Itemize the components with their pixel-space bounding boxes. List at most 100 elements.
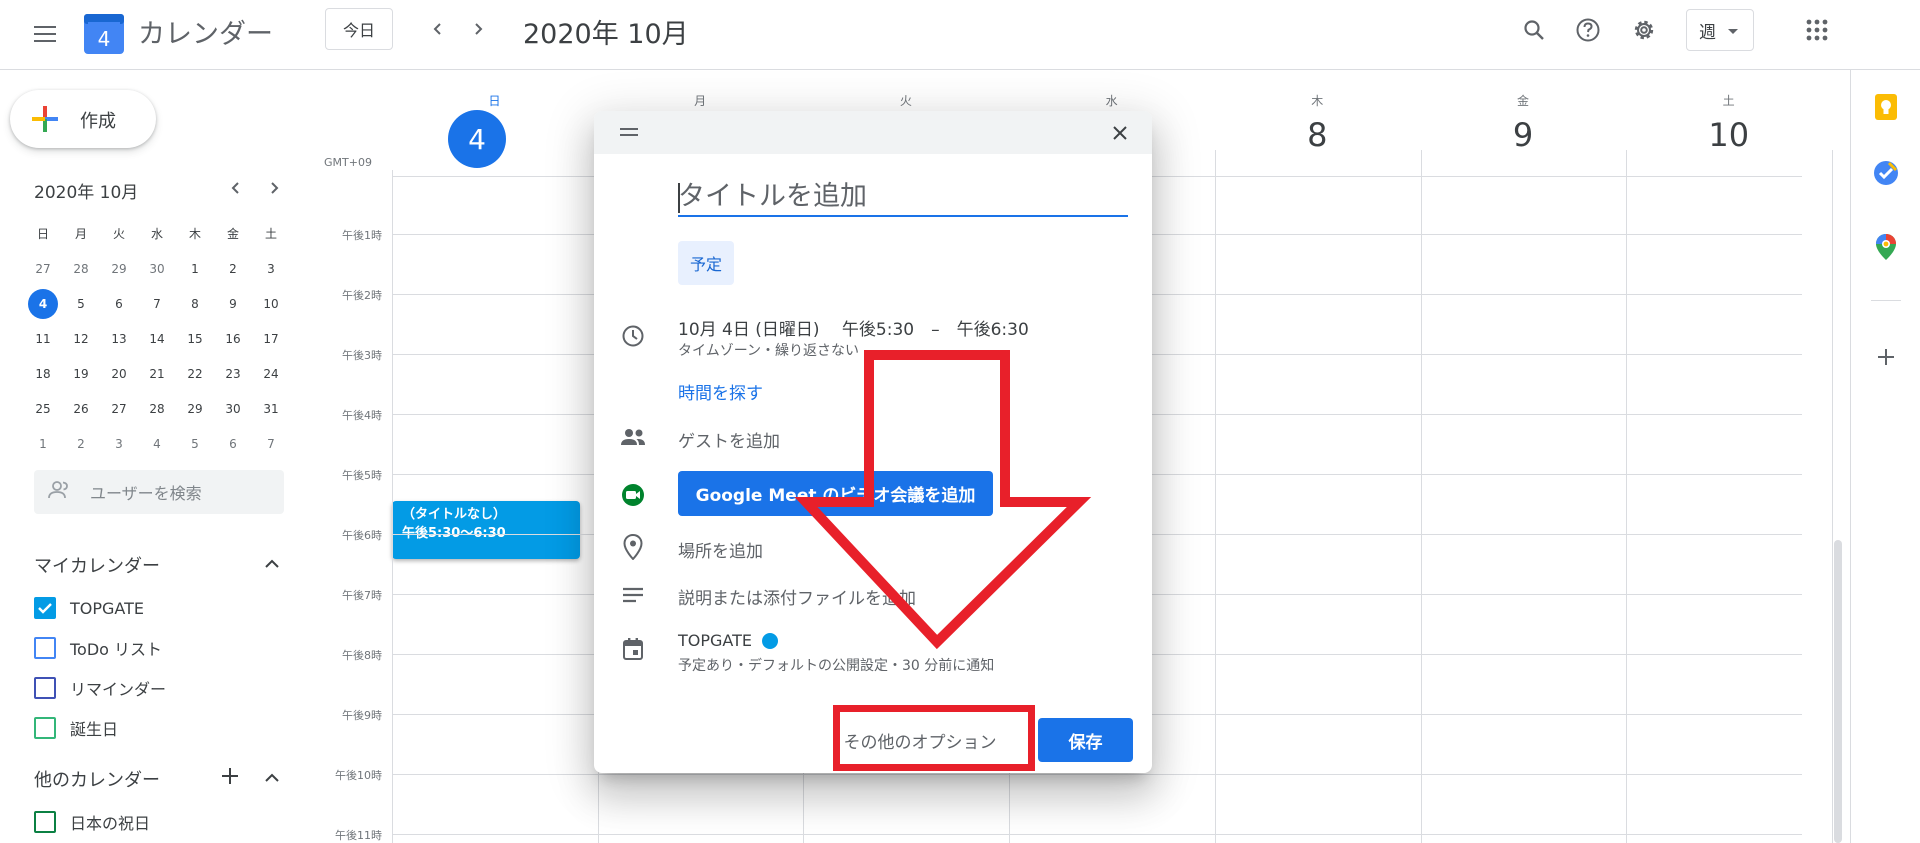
mini-day-cell[interactable]: 23 <box>214 356 252 391</box>
mini-day-cell[interactable]: 28 <box>62 251 100 286</box>
mini-day-cell[interactable]: 6 <box>214 426 252 461</box>
calendar-checkbox[interactable] <box>34 811 56 833</box>
calendar-list-item[interactable]: リマインダー <box>34 673 166 703</box>
mini-day-cell[interactable]: 9 <box>214 286 252 321</box>
collapse-chevron-up-icon[interactable] <box>260 552 284 576</box>
event-type-tab[interactable]: 予定 <box>678 241 734 285</box>
add-calendar-plus-icon[interactable] <box>218 764 242 788</box>
mini-day-cell[interactable]: 11 <box>24 321 62 356</box>
main-menu-icon[interactable] <box>28 17 62 51</box>
google-apps-grid-icon[interactable] <box>1800 13 1834 47</box>
search-icon[interactable] <box>1517 13 1551 47</box>
mini-day-cell[interactable]: 27 <box>100 391 138 426</box>
calendar-checkbox[interactable] <box>34 637 56 659</box>
mini-day-cell[interactable]: 29 <box>100 251 138 286</box>
draft-event-chip[interactable]: （タイトルなし） 午後5:30〜6:30 <box>392 501 580 559</box>
mini-day-cell[interactable]: 8 <box>176 286 214 321</box>
mini-day-cell[interactable]: 12 <box>62 321 100 356</box>
day-number[interactable]: 9 <box>1421 116 1626 154</box>
mini-day-cell[interactable]: 1 <box>176 251 214 286</box>
day-number[interactable]: 8 <box>1215 116 1420 154</box>
mini-day-cell[interactable]: 1 <box>24 426 62 461</box>
add-google-meet-button[interactable]: Google Meet のビデオ会議を追加 <box>678 471 993 516</box>
calendar-logo-icon[interactable]: 4 <box>84 10 124 54</box>
mini-day-cell[interactable]: 15 <box>176 321 214 356</box>
add-guests-field[interactable]: ゲストを追加 <box>678 427 780 452</box>
help-icon[interactable] <box>1571 13 1605 47</box>
today-date-circle[interactable]: 4 <box>448 110 506 168</box>
mini-day-cell[interactable]: 5 <box>176 426 214 461</box>
day-column-header[interactable]: 土 10 <box>1626 70 1831 178</box>
create-button[interactable]: 作成 <box>10 90 156 148</box>
next-week-icon[interactable] <box>463 14 493 44</box>
collapse-chevron-up-icon[interactable] <box>260 766 284 790</box>
mini-day-cell[interactable]: 4 <box>138 426 176 461</box>
mini-day-cell[interactable]: 3 <box>252 251 290 286</box>
get-addons-plus-icon[interactable] <box>1873 344 1899 370</box>
day-column-header[interactable]: 木8 <box>1215 70 1420 178</box>
find-time-link[interactable]: 時間を探す <box>678 379 763 404</box>
view-selector[interactable]: 週 <box>1686 9 1754 51</box>
mini-day-cell[interactable]: 30 <box>138 251 176 286</box>
settings-gear-icon[interactable] <box>1627 13 1661 47</box>
mini-day-cell[interactable]: 5 <box>62 286 100 321</box>
tasks-check-icon[interactable] <box>1873 160 1899 186</box>
previous-week-icon[interactable] <box>423 14 453 44</box>
user-search-field[interactable]: ユーザーを検索 <box>34 470 284 514</box>
drag-handle-icon[interactable] <box>620 128 638 136</box>
today-button[interactable]: 今日 <box>325 8 393 50</box>
my-calendars-title[interactable]: マイカレンダー <box>34 552 160 578</box>
day-column-header[interactable]: 日4 <box>392 70 597 178</box>
mini-day-cell[interactable]: 2 <box>214 251 252 286</box>
mini-day-cell[interactable]: 14 <box>138 321 176 356</box>
mini-day-cell[interactable]: 7 <box>138 286 176 321</box>
grid-scrollbar[interactable] <box>1834 540 1842 843</box>
mini-day-cell[interactable]: 17 <box>252 321 290 356</box>
maps-pin-icon[interactable] <box>1873 234 1899 260</box>
calendar-checkbox[interactable] <box>34 677 56 699</box>
mini-day-cell[interactable]: 30 <box>214 391 252 426</box>
mini-day-cell[interactable]: 3 <box>100 426 138 461</box>
keep-lightbulb-icon[interactable] <box>1873 94 1899 120</box>
mini-day-cell[interactable]: 2 <box>62 426 100 461</box>
save-button[interactable]: 保存 <box>1038 718 1133 762</box>
add-description-field[interactable]: 説明または添付ファイルを追加 <box>678 584 916 609</box>
event-title-input[interactable] <box>678 177 1128 217</box>
day-number[interactable]: 10 <box>1626 116 1831 154</box>
mini-day-cell[interactable]: 31 <box>252 391 290 426</box>
calendar-list-item[interactable]: ToDo リスト <box>34 633 162 663</box>
calendar-list-item[interactable]: TOPGATE <box>34 593 144 623</box>
mini-day-cell[interactable]: 29 <box>176 391 214 426</box>
day-column-header[interactable]: 金9 <box>1421 70 1626 178</box>
mini-day-cell[interactable]: 28 <box>138 391 176 426</box>
mini-day-cell[interactable]: 10 <box>252 286 290 321</box>
mini-day-cell[interactable]: 20 <box>100 356 138 391</box>
day-column-divider <box>1626 150 1628 843</box>
mini-day-cell[interactable]: 6 <box>100 286 138 321</box>
calendar-checkbox[interactable] <box>34 717 56 739</box>
mini-next-month-icon[interactable] <box>262 176 286 200</box>
mini-day-cell[interactable]: 22 <box>176 356 214 391</box>
mini-previous-month-icon[interactable] <box>224 176 248 200</box>
mini-day-cell[interactable]: 26 <box>62 391 100 426</box>
mini-day-cell[interactable]: 7 <box>252 426 290 461</box>
dialog-drag-bar[interactable] <box>594 111 1152 154</box>
mini-day-cell[interactable]: 18 <box>24 356 62 391</box>
mini-day-cell[interactable]: 24 <box>252 356 290 391</box>
selected-calendar[interactable]: TOPGATE <box>678 631 778 650</box>
calendar-list-item[interactable]: 誕生日 <box>34 713 118 743</box>
event-datetime[interactable]: 10月 4日 (日曜日) 午後5:30 – 午後6:30 <box>678 315 1029 340</box>
mini-day-cell[interactable]: 16 <box>214 321 252 356</box>
other-calendars-title[interactable]: 他のカレンダー <box>34 766 160 792</box>
mini-day-cell[interactable]: 13 <box>100 321 138 356</box>
mini-day-cell[interactable]: 19 <box>62 356 100 391</box>
calendar-list-item[interactable]: 日本の祝日 <box>34 807 150 837</box>
mini-day-cell[interactable]: 4 <box>24 286 62 321</box>
calendar-checkbox[interactable] <box>34 597 56 619</box>
mini-day-cell[interactable]: 25 <box>24 391 62 426</box>
more-options-button[interactable]: その他のオプション <box>840 718 1000 762</box>
add-location-field[interactable]: 場所を追加 <box>678 537 763 562</box>
close-icon[interactable] <box>1106 119 1134 147</box>
mini-day-cell[interactable]: 27 <box>24 251 62 286</box>
mini-day-cell[interactable]: 21 <box>138 356 176 391</box>
